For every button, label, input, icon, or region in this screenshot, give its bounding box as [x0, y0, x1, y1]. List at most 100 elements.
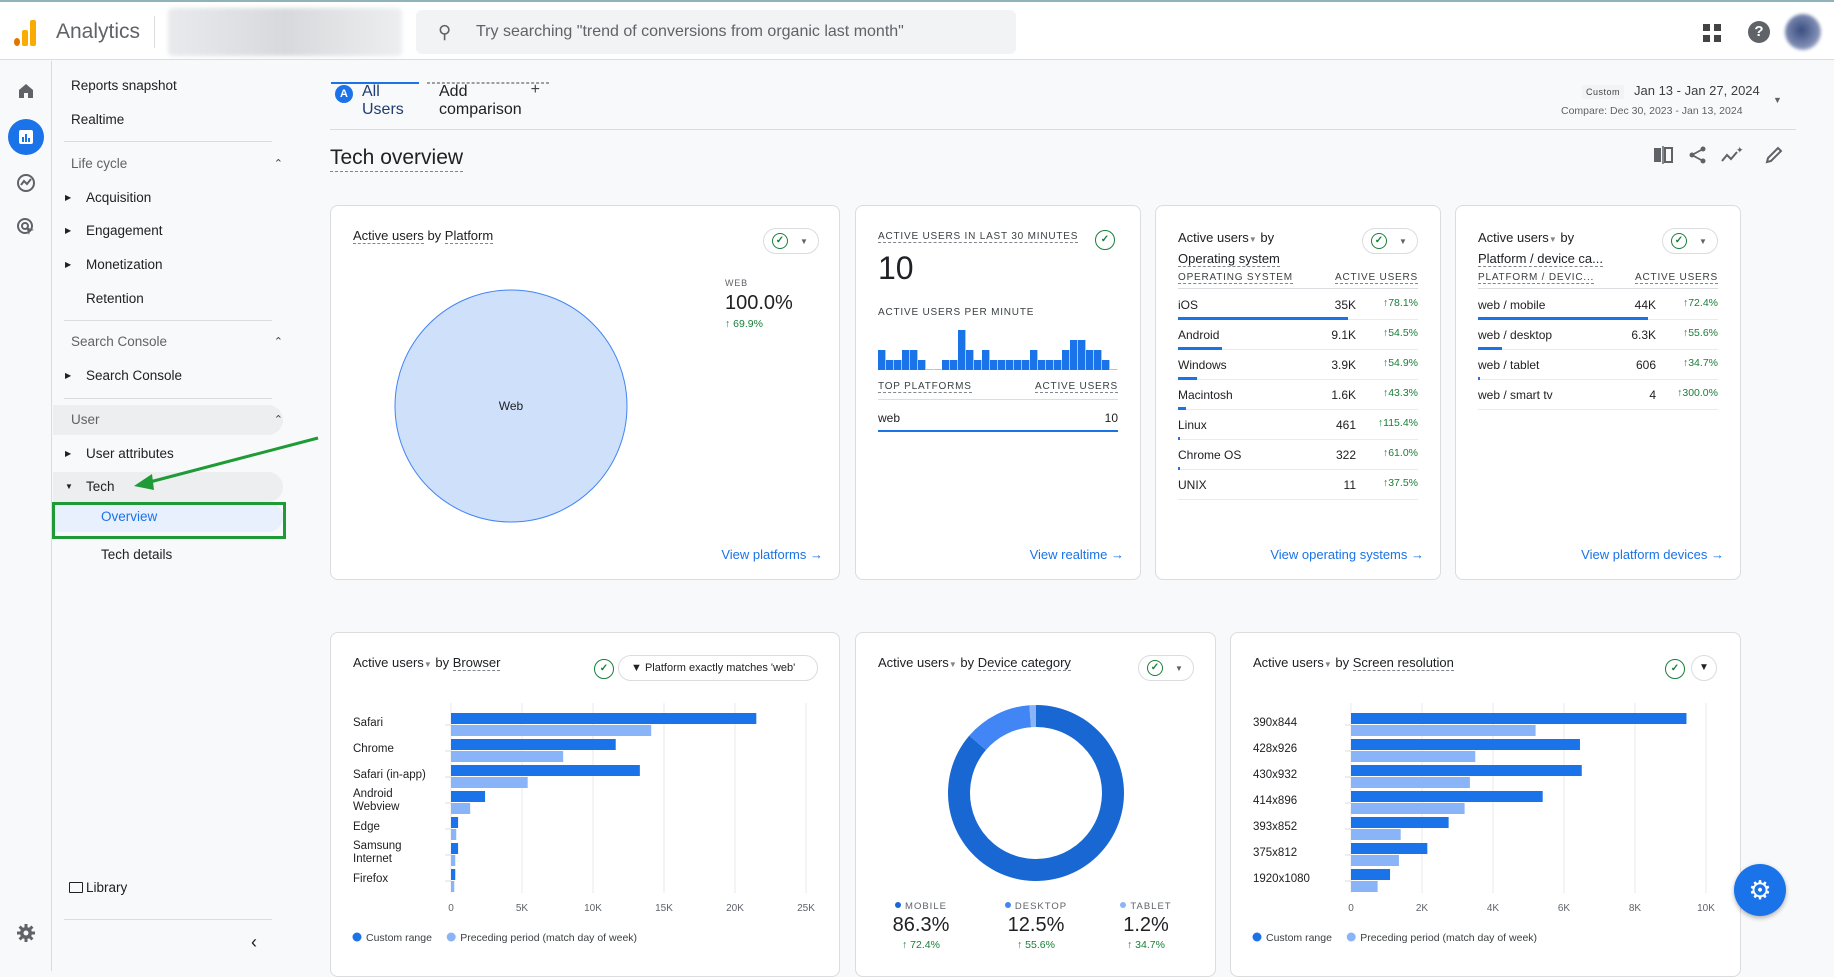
sidebar-item-engagement[interactable]: ▶ Engagement: [53, 216, 283, 246]
sidebar-item-retention[interactable]: Retention: [53, 284, 283, 314]
add-comparison-button[interactable]: Add comparison +: [427, 81, 549, 118]
minute-bar[interactable]: [1102, 360, 1110, 370]
view-platform-devices-link[interactable]: View platform devices →: [1581, 547, 1724, 562]
metric-selector[interactable]: Active users: [1478, 230, 1549, 245]
bar-previous[interactable]: [451, 881, 455, 892]
dimension-selector[interactable]: Screen resolution: [1352, 655, 1454, 671]
minute-bar[interactable]: [878, 350, 886, 370]
view-platforms-link[interactable]: View platforms →: [721, 547, 823, 562]
bar-current[interactable]: [451, 765, 640, 776]
section-lifecycle[interactable]: Life cycle ⌃: [53, 149, 283, 179]
dimension-selector[interactable]: Browser: [452, 655, 501, 671]
sidebar-item-realtime[interactable]: Realtime: [53, 105, 283, 135]
col-header[interactable]: OPERATING SYSTEM: [1178, 272, 1293, 284]
date-dropdown-icon[interactable]: ▼: [1773, 95, 1782, 105]
insights-icon[interactable]: ✦: [1721, 145, 1744, 169]
filter-icon[interactable]: ▼: [1691, 655, 1717, 681]
bar-previous[interactable]: [451, 725, 652, 736]
minute-bar[interactable]: [894, 360, 902, 370]
minute-bar[interactable]: [910, 350, 918, 370]
col-header[interactable]: ACTIVE USERS: [1335, 272, 1418, 284]
bar-previous[interactable]: [1351, 777, 1470, 788]
minute-bar[interactable]: [1030, 350, 1038, 370]
data-quality-dropdown[interactable]: ✓ ▼: [1138, 655, 1194, 681]
minute-bar[interactable]: [926, 369, 934, 370]
check-circle-icon[interactable]: ✓: [1665, 659, 1685, 679]
segment-chip-all-users[interactable]: A All Users: [331, 82, 419, 118]
minute-bar[interactable]: [934, 369, 942, 370]
table-row[interactable]: Windows 3.9K ↑54.9%: [1178, 350, 1418, 380]
apps-grid-icon[interactable]: [1703, 24, 1721, 42]
minute-bar[interactable]: [1086, 350, 1094, 370]
minute-bar[interactable]: [1078, 340, 1086, 370]
bar-current[interactable]: [1351, 739, 1580, 750]
bar-current[interactable]: [451, 739, 616, 750]
bar-current[interactable]: [1351, 817, 1449, 828]
help-icon[interactable]: ?: [1748, 21, 1770, 43]
dimension-selector[interactable]: Platform / device ca...: [1478, 251, 1603, 267]
table-row[interactable]: Linux 461 ↑115.4%: [1178, 410, 1418, 440]
avatar[interactable]: [1785, 14, 1821, 50]
col-header[interactable]: ACTIVE USERS: [1035, 381, 1118, 393]
col-header[interactable]: PLATFORM / DEVIC...: [1478, 272, 1595, 284]
share-icon[interactable]: [1688, 146, 1708, 169]
metric-selector[interactable]: Active users: [353, 655, 424, 670]
assistant-fab-button[interactable]: ⚙: [1734, 864, 1786, 916]
minute-bar[interactable]: [1094, 350, 1102, 370]
minute-bar[interactable]: [966, 350, 974, 370]
table-row[interactable]: UNIX 11 ↑37.5%: [1178, 470, 1418, 500]
minute-bar[interactable]: [982, 350, 990, 370]
table-row[interactable]: Macintosh 1.6K ↑43.3%: [1178, 380, 1418, 410]
collapse-sidebar-icon[interactable]: ‹: [251, 932, 257, 953]
bar-previous[interactable]: [1351, 725, 1536, 736]
bar-current[interactable]: [1351, 765, 1582, 776]
dimension-selector[interactable]: Operating system: [1178, 251, 1280, 267]
minute-bar[interactable]: [990, 360, 998, 370]
minute-bar[interactable]: [1046, 360, 1054, 370]
bar-current[interactable]: [451, 713, 757, 724]
check-circle-icon[interactable]: ✓: [1095, 230, 1115, 250]
minute-bar[interactable]: [1110, 369, 1118, 370]
minute-bar[interactable]: [1062, 350, 1070, 370]
minute-bar[interactable]: [1022, 360, 1030, 370]
edit-icon[interactable]: [1765, 146, 1783, 169]
search-bar[interactable]: ⚲ Try searching "trend of conversions fr…: [416, 10, 1016, 54]
bar-current[interactable]: [1351, 869, 1391, 880]
sidebar-item-tech-details[interactable]: Tech details: [53, 540, 283, 570]
table-row[interactable]: web / smart tv 4 ↑300.0%: [1478, 380, 1718, 410]
view-operating-systems-link[interactable]: View operating systems →: [1270, 547, 1424, 562]
bar-previous[interactable]: [451, 803, 471, 814]
dimension-selector[interactable]: Platform: [444, 228, 494, 244]
account-selector[interactable]: [168, 8, 402, 56]
minute-bar[interactable]: [902, 350, 910, 370]
table-row[interactable]: Chrome OS 322 ↑61.0%: [1178, 440, 1418, 470]
col-header[interactable]: TOP PLATFORMS: [878, 381, 972, 393]
minute-bar[interactable]: [918, 360, 926, 370]
bar-current[interactable]: [451, 791, 486, 802]
analytics-logo-icon[interactable]: [14, 20, 38, 46]
minute-bar[interactable]: [950, 360, 958, 370]
page-title[interactable]: Tech overview: [330, 146, 464, 172]
advertising-icon[interactable]: [10, 211, 42, 243]
bar-previous[interactable]: [451, 777, 528, 788]
section-search-console[interactable]: Search Console ⌃: [53, 327, 283, 357]
table-row[interactable]: web / tablet 606 ↑34.7%: [1478, 350, 1718, 380]
minute-bar[interactable]: [998, 360, 1006, 370]
minute-bar[interactable]: [1014, 360, 1022, 370]
sidebar-item-tech[interactable]: ▼ Tech: [53, 472, 283, 502]
sidebar-item-search-console[interactable]: ▶ Search Console: [53, 361, 283, 391]
bar-previous[interactable]: [451, 855, 456, 866]
table-row[interactable]: web / desktop 6.3K ↑55.6%: [1478, 320, 1718, 350]
metric-selector[interactable]: Active users: [1178, 230, 1249, 245]
home-icon[interactable]: [10, 75, 42, 107]
minute-bar[interactable]: [1038, 360, 1046, 370]
section-user[interactable]: User ⌃: [53, 405, 283, 435]
sidebar-item-library[interactable]: Library: [53, 873, 283, 903]
minute-bar[interactable]: [1070, 340, 1078, 370]
table-row[interactable]: web / mobile 44K ↑72.4%: [1478, 290, 1718, 320]
bar-previous[interactable]: [451, 751, 564, 762]
bar-previous[interactable]: [1351, 855, 1399, 866]
sidebar-item-acquisition[interactable]: ▶ Acquisition: [53, 183, 283, 213]
bar-current[interactable]: [1351, 791, 1543, 802]
minute-bar[interactable]: [1006, 360, 1014, 370]
